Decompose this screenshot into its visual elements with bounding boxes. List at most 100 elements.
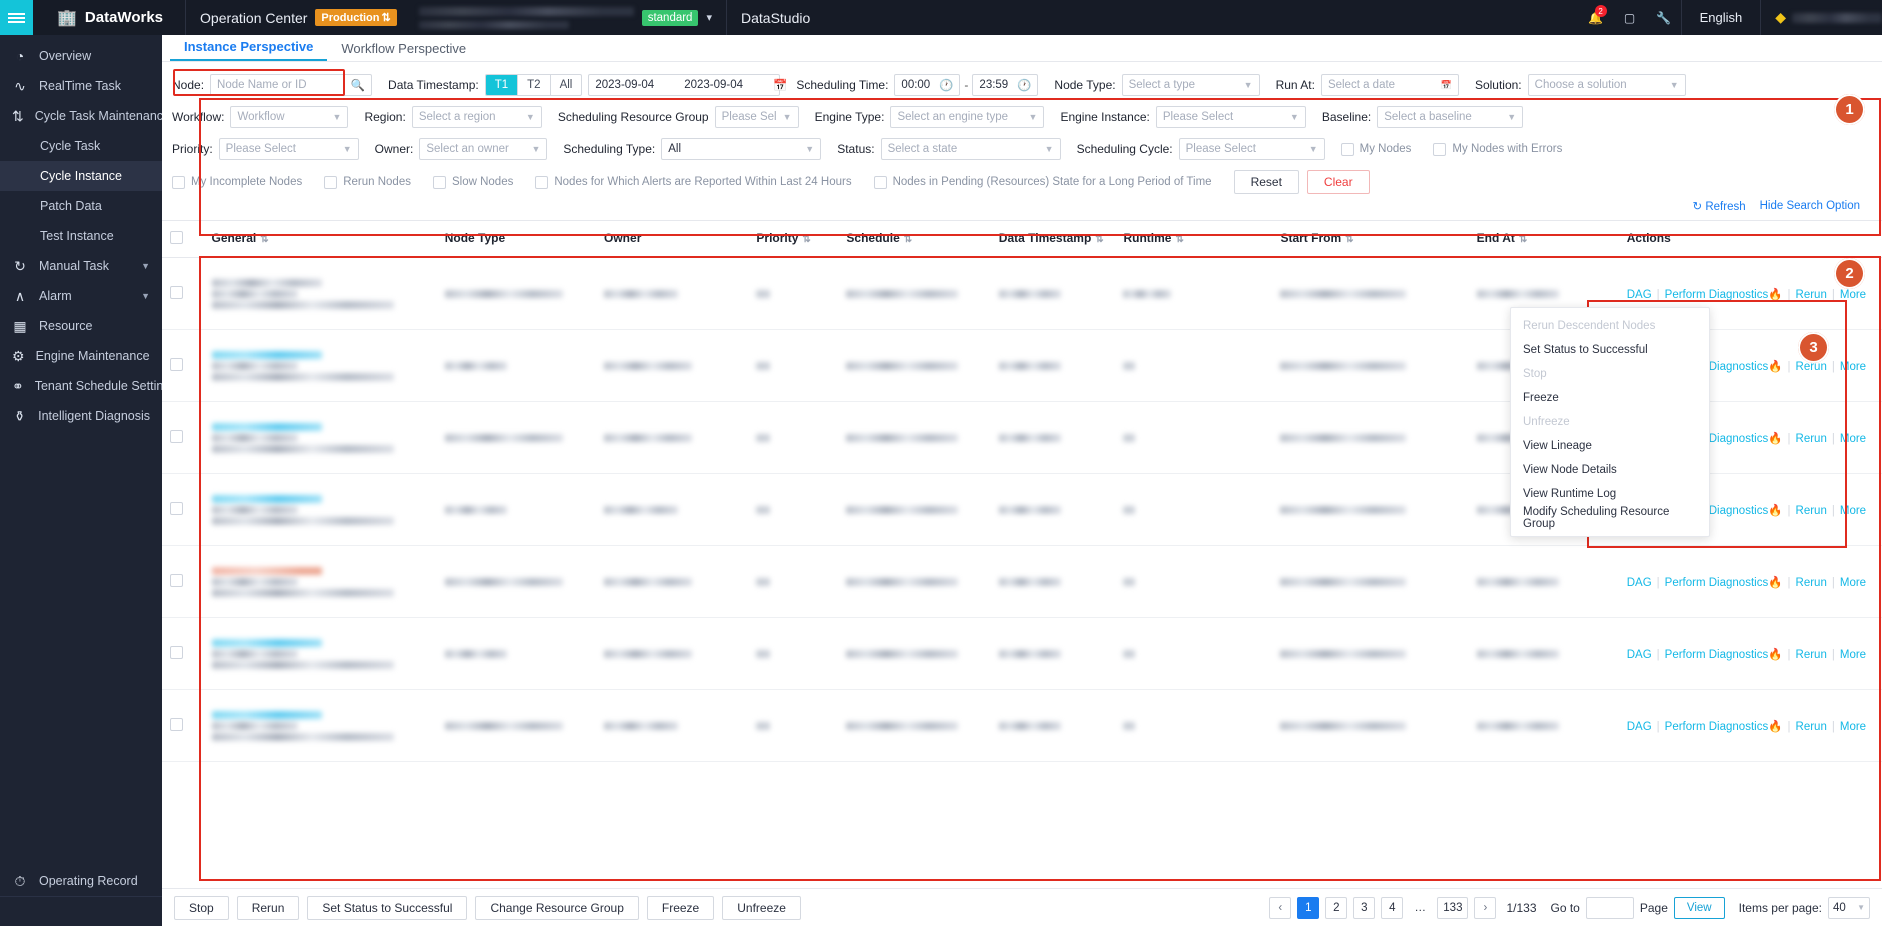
tab-workflow-perspective[interactable]: Workflow Perspective [327,41,480,61]
checkbox-slow-nodes[interactable]: Slow Nodes [432,175,513,189]
column-end-at[interactable]: End At ⇅ [1468,221,1619,258]
row-checkbox[interactable] [170,645,183,659]
action-more-link[interactable]: More [1840,289,1866,301]
owner-select[interactable]: Select an owner ▼ [419,138,548,160]
context-menu-item-freeze[interactable]: Freeze [1511,388,1709,408]
page-button-3[interactable]: 3 [1353,896,1376,919]
context-menu-item-set-status-to-successful[interactable]: Set Status to Successful [1511,340,1709,360]
region-select[interactable]: Select a region ▼ [411,106,542,128]
priority-select[interactable]: Please Select ▼ [218,138,359,160]
column-start-from[interactable]: Start From ⇅ [1272,221,1469,258]
checkbox-my-incomplete-nodes[interactable]: My Incomplete Nodes [172,175,302,189]
clear-button[interactable]: Clear [1306,170,1370,194]
row-checkbox[interactable] [170,429,183,443]
action-more-link[interactable]: More [1840,505,1866,517]
items-per-page-select[interactable]: 40 ▼ [1828,896,1870,919]
next-page-button[interactable]: › [1474,896,1497,919]
action-rerun-link[interactable]: Rerun [1796,721,1827,733]
run-at-date-picker[interactable]: Select a date 📅 [1320,74,1459,96]
search-icon[interactable]: 🔍 [351,78,365,92]
column-general[interactable]: General ⇅ [203,221,437,258]
refresh-link[interactable]: ↻ Refresh [1693,199,1746,213]
column-runtime[interactable]: Runtime ⇅ [1115,221,1273,258]
status-select[interactable]: Select a state ▼ [880,138,1061,160]
segment-all[interactable]: All [551,75,582,95]
row-checkbox[interactable] [170,717,183,731]
action-dag-link[interactable]: DAG [1627,649,1652,661]
data-timestamp-range-picker[interactable]: 2023-09-04 2023-09-04 📅 [588,74,787,96]
reset-button[interactable]: Reset [1233,170,1299,194]
sort-icon[interactable]: ⇅ [904,234,912,245]
action-more-link[interactable]: More [1840,433,1866,445]
datastudio-link[interactable]: DataStudio [727,0,824,35]
bulk-freeze-button[interactable]: Freeze [646,895,715,920]
sidebar-item-alarm[interactable]: ∧ Alarm ▼ [0,281,162,311]
action-rerun-link[interactable]: Rerun [1796,289,1827,301]
view-page-button[interactable]: View [1673,896,1725,919]
hide-search-option-link[interactable]: Hide Search Option [1760,200,1860,212]
user-account-area[interactable]: ◆ [1761,9,1882,26]
checkbox-rerun-nodes[interactable]: Rerun Nodes [324,175,411,189]
sort-icon[interactable]: ⇅ [1345,234,1353,245]
baseline-select[interactable]: Select a baseline ▼ [1377,106,1524,128]
checkbox-pending-resources-long-time[interactable]: Nodes in Pending (Resources) State for a… [873,175,1212,189]
sidebar-item-cycle-task-maintenance[interactable]: ⇅ Cycle Task Maintenance ▲ [0,101,190,131]
column-data-timestamp[interactable]: Data Timestamp ⇅ [990,221,1116,258]
bulk-unfreeze-button[interactable]: Unfreeze [722,895,801,920]
scheduling-resource-group-select[interactable]: Please Select ▼ [714,106,799,128]
page-button-2[interactable]: 2 [1325,896,1348,919]
context-menu-item-view-node-details[interactable]: View Node Details [1511,460,1709,480]
bulk-stop-button[interactable]: Stop [174,895,229,920]
sidebar-item-operating-record[interactable]: ⏱ Operating Record [0,866,162,896]
sort-icon[interactable]: ⇅ [260,234,268,245]
menu-toggle-button[interactable] [0,0,33,35]
page-button-last[interactable]: 133 [1437,896,1469,919]
operation-center-nav[interactable]: Operation Center Production ⇅ [186,0,411,35]
action-dag-link[interactable]: DAG [1627,721,1652,733]
context-menu-item-modify-scheduling-resource-group[interactable]: Modify Scheduling Resource Group [1511,506,1709,530]
action-rerun-link[interactable]: Rerun [1796,433,1827,445]
checkbox-my-nodes[interactable]: My Nodes [1340,142,1411,156]
environment-badge[interactable]: Production ⇅ [315,9,397,26]
scheduling-time-from-input[interactable]: 00:00 🕐 [894,74,961,96]
action-more-link[interactable]: More [1840,361,1866,373]
page-button-1[interactable]: 1 [1297,896,1320,919]
segment-t2[interactable]: T2 [518,75,551,95]
bulk-change-resource-group-button[interactable]: Change Resource Group [475,895,639,920]
sort-icon[interactable]: ⇅ [1519,234,1527,245]
help-question-icon[interactable]: ▢ [1613,0,1647,35]
bulk-rerun-button[interactable]: Rerun [236,895,300,920]
sort-icon[interactable]: ⇅ [1095,234,1103,245]
action-more-link[interactable]: More [1840,577,1866,589]
checkbox-my-nodes-with-errors[interactable]: My Nodes with Errors [1433,142,1562,156]
sort-icon[interactable]: ⇅ [1175,234,1183,245]
column-schedule[interactable]: Schedule ⇅ [838,221,991,258]
language-selector[interactable]: English [1680,0,1762,35]
action-rerun-link[interactable]: Rerun [1796,577,1827,589]
row-checkbox[interactable] [170,501,183,515]
node-search-input[interactable]: Node Name or ID 🔍 [210,74,373,96]
action-perform-diagnostics-link[interactable]: Perform Diagnostics [1665,721,1769,733]
workflow-select[interactable]: Workflow ▼ [230,106,349,128]
action-rerun-link[interactable]: Rerun [1796,505,1827,517]
sidebar-item-cycle-instance[interactable]: Cycle Instance [0,161,162,191]
row-more-context-menu[interactable]: Rerun Descendent Nodes Set Status to Succ… [1510,307,1710,537]
sidebar-item-realtime-task[interactable]: ∿ RealTime Task [0,71,162,101]
context-menu-item-view-lineage[interactable]: View Lineage [1511,436,1709,456]
tab-instance-perspective[interactable]: Instance Perspective [170,39,328,61]
sidebar-item-patch-data[interactable]: Patch Data [0,191,162,221]
node-type-select[interactable]: Select a type ▼ [1121,74,1260,96]
sidebar-item-intelligent-diagnosis[interactable]: ⚱ Intelligent Diagnosis [0,401,162,431]
action-dag-link[interactable]: DAG [1627,577,1652,589]
column-priority[interactable]: Priority ⇅ [748,221,839,258]
brand-logo-area[interactable]: 🏢 DataWorks [33,0,187,35]
action-rerun-link[interactable]: Rerun [1796,649,1827,661]
workspace-chevron-down-icon[interactable]: ▾ [706,11,712,24]
engine-instance-select[interactable]: Please Select ▼ [1155,106,1306,128]
scheduling-time-to-input[interactable]: 23:59 🕐 [972,74,1039,96]
sidebar-item-cycle-task[interactable]: Cycle Task [0,131,162,161]
context-menu-item-view-runtime-log[interactable]: View Runtime Log [1511,484,1709,504]
notification-bell-icon[interactable]: 🔔 2 [1579,0,1613,35]
action-dag-link[interactable]: DAG [1627,289,1652,301]
action-more-link[interactable]: More [1840,649,1866,661]
